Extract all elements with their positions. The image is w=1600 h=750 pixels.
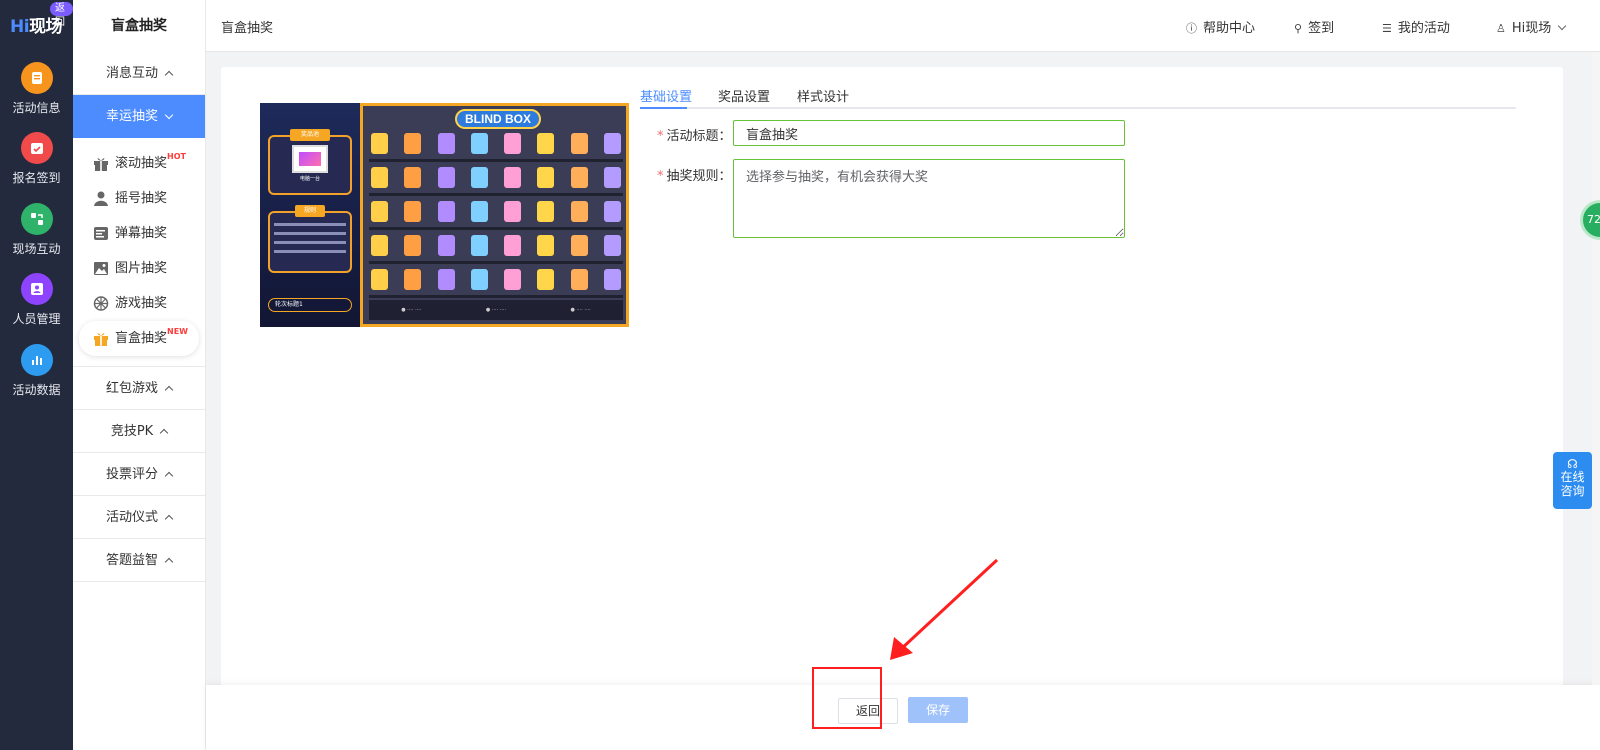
group-ceremony[interactable]: 活动仪式: [73, 496, 205, 539]
online-consult-button[interactable]: ☊ 在线 咨询: [1553, 452, 1592, 509]
round-select[interactable]: 轮次标题1: [268, 298, 352, 312]
action-footer: 返回 保存: [206, 685, 1600, 750]
chevron-down-icon: [164, 110, 174, 120]
tab-basic-settings[interactable]: 基础设置: [640, 86, 692, 105]
activity-title-input[interactable]: [733, 120, 1125, 146]
blind-box-preview: 奖品池 电脑一台 规则 轮次标题1 BLIND BOX ● ···· ···· …: [260, 103, 629, 327]
box-row: [369, 264, 623, 298]
chevron-up-icon: [159, 428, 169, 438]
headset-icon: ☊: [1567, 457, 1578, 471]
new-tag: NEW: [167, 327, 188, 336]
active-tab-indicator: [640, 107, 687, 109]
group-competition-pk[interactable]: 竞技PK: [73, 410, 205, 453]
sidebar-item-danmu-draw[interactable]: 弹幕抽奖: [79, 216, 199, 251]
rules-box: 规则: [268, 205, 352, 273]
chevron-up-icon: [164, 471, 174, 481]
annotation-arrow-icon: [890, 558, 999, 660]
settings-tabs: 基础设置 奖品设置 样式设计: [640, 83, 1516, 109]
blind-box-banner: BLIND BOX: [455, 109, 541, 129]
doc-icon: [20, 62, 53, 94]
hot-tag: HOT: [167, 152, 186, 161]
blindbox-icon: [94, 333, 108, 346]
chevron-up-icon: [164, 557, 174, 567]
image-icon: [94, 262, 108, 275]
group-message-interaction[interactable]: 消息互动: [73, 52, 205, 95]
tab-prize-settings[interactable]: 奖品设置: [718, 86, 770, 105]
prize-pool-box: 奖品池 电脑一台: [268, 129, 352, 195]
rail-item-signup[interactable]: 报名签到: [0, 132, 73, 186]
annotation-highlight-box: [812, 667, 882, 729]
tab-style-design[interactable]: 样式设计: [797, 86, 849, 105]
app-rail: Hi现场 返回 活动信息 报名签到 现场互动 人员管理 活动数据: [0, 0, 73, 750]
save-button[interactable]: 保存: [908, 697, 968, 723]
help-center-link[interactable]: ⓘ 帮助中心: [1186, 17, 1255, 36]
box-row: [369, 196, 623, 230]
floating-badge[interactable]: 72: [1580, 200, 1600, 240]
box-row: [369, 230, 623, 264]
danmu-icon: [94, 227, 108, 240]
wheel-icon: [93, 296, 109, 311]
preview-left-panel: 奖品池 电脑一台 规则 轮次标题1: [260, 103, 360, 327]
page-scrollbar[interactable]: [1592, 52, 1600, 685]
sidebar-title: 盲盒抽奖: [111, 18, 167, 34]
activity-title-label: * 活动标题：: [657, 129, 732, 144]
gift-icon: [94, 158, 108, 171]
rail-item-people[interactable]: 人员管理: [0, 273, 73, 327]
chevron-up-icon: [164, 385, 174, 395]
info-icon: ⓘ: [1186, 22, 1197, 35]
sidebar-item-image-draw[interactable]: 图片抽奖: [79, 251, 199, 286]
group-voting[interactable]: 投票评分: [73, 453, 205, 496]
calendar-check-icon: [20, 132, 53, 164]
rail-item-live-interaction[interactable]: 现场互动: [0, 203, 73, 257]
breadcrumb: 盲盒抽奖: [221, 21, 274, 36]
bar-chart-icon: [20, 344, 53, 376]
sidebar-item-blind-box[interactable]: 盲盒抽奖 NEW: [79, 321, 199, 356]
user-icon: ♙: [1496, 22, 1506, 35]
sidebar-item-rolling-draw[interactable]: 滚动抽奖 HOT: [79, 146, 199, 181]
interact-icon: [20, 203, 53, 235]
user-icon: [94, 191, 108, 206]
draw-rules-label: * 抽奖规则：: [657, 169, 732, 184]
laptop-image: [292, 145, 328, 173]
draw-rules-textarea[interactable]: [733, 159, 1125, 238]
rail-item-data[interactable]: 活动数据: [0, 344, 73, 398]
user-menu[interactable]: ♙ Hi现场: [1496, 17, 1567, 36]
preview-box-grid: BLIND BOX ● ···· ···· ● ···· ···· ● ···· ·…: [360, 103, 629, 327]
top-header: 盲盒抽奖 ⓘ 帮助中心 ⚲ 签到 ☰ 我的活动 ♙ Hi现场: [206, 0, 1600, 52]
group-quiz[interactable]: 答题益智: [73, 539, 205, 582]
chevron-down-icon: [1558, 21, 1567, 31]
winner-ticker: ● ···· ···· ● ···· ···· ● ···· ····: [369, 300, 623, 320]
group-lucky-draw[interactable]: 幸运抽奖: [73, 95, 205, 138]
box-row: [369, 128, 623, 162]
group-red-packet[interactable]: 红包游戏: [73, 367, 205, 410]
my-activities-link[interactable]: ☰ 我的活动: [1382, 17, 1450, 36]
rail-item-activity-info[interactable]: 活动信息: [0, 62, 73, 116]
location-pin-icon: ⚲: [1294, 22, 1303, 35]
person-icon: [20, 273, 53, 305]
chevron-up-icon: [164, 514, 174, 524]
chevron-up-icon: [164, 70, 174, 80]
list-icon: ☰: [1382, 22, 1392, 35]
lucky-draw-submenu: 滚动抽奖 HOT 摇号抽奖 弹幕抽奖 图片抽奖 游戏抽奖 盲盒抽奖 NEW: [73, 138, 205, 367]
checkin-link[interactable]: ⚲ 签到: [1294, 17, 1334, 36]
sidebar-item-lottery-number[interactable]: 摇号抽奖: [79, 181, 199, 216]
secondary-sidebar: 盲盒抽奖 消息互动 幸运抽奖 滚动抽奖 HOT 摇号抽奖 弹幕抽奖 图片抽奖 游戏…: [73, 0, 206, 750]
back-badge[interactable]: 返回: [50, 2, 73, 28]
box-row: [369, 162, 623, 196]
